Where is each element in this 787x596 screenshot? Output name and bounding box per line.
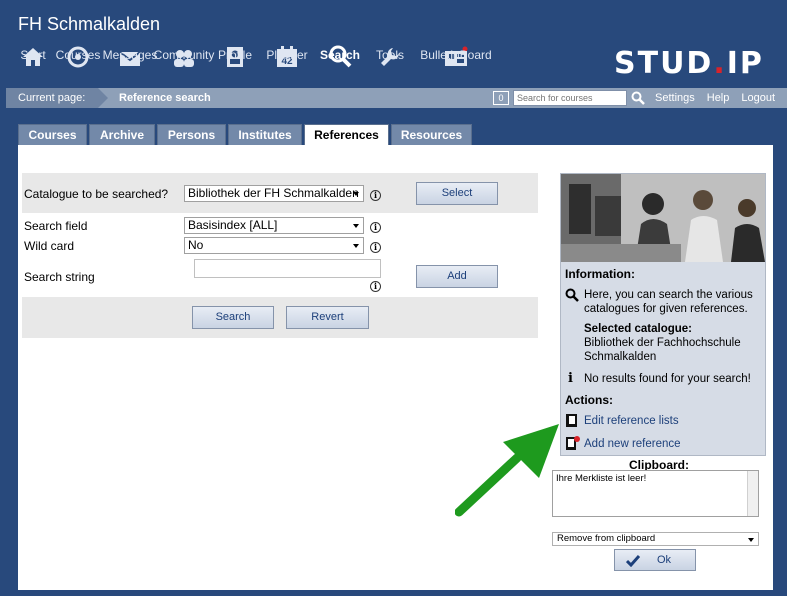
- content-panel: Catalogue to be searched? Bibliothek der…: [18, 145, 773, 590]
- course-search-button[interactable]: [629, 89, 647, 107]
- chevron-down-icon: [353, 224, 359, 228]
- checkmark-icon: [626, 555, 640, 567]
- chevron-down-icon: [353, 244, 359, 248]
- nav-bulletinboard[interactable]: BulletinBoard: [416, 44, 496, 68]
- chevron-down-icon: [353, 192, 359, 196]
- nav-planner[interactable]: 42 Planner: [258, 44, 316, 68]
- nav-search[interactable]: Search: [316, 44, 364, 68]
- reference-list-icon: [566, 414, 577, 430]
- breadcrumb: Current page: Reference search 0 Setting…: [6, 88, 787, 108]
- info-icon: i: [568, 371, 573, 386]
- course-search-input[interactable]: [513, 90, 627, 106]
- no-results-text: No results found for your search!: [584, 373, 751, 385]
- information-text: Here, you can search the various catalog…: [584, 289, 753, 315]
- info-icon[interactable]: i: [370, 222, 381, 233]
- search-field-select[interactable]: Basisindex [ALL]: [184, 217, 364, 234]
- tab-bar: Courses Archive Persons Institutes Refer…: [18, 124, 472, 145]
- logout-link[interactable]: Logout: [741, 88, 775, 108]
- search-fields: Search field Basisindex [ALL] i Wild car…: [22, 213, 538, 297]
- site-title: FH Schmalkalden: [18, 14, 161, 34]
- selected-catalogue-value: Bibliothek der Fachhochschule Schmalkald…: [584, 337, 741, 363]
- breadcrumb-label: Current page:: [6, 88, 98, 108]
- info-icon[interactable]: i: [370, 281, 381, 292]
- tab-institutes[interactable]: Institutes: [228, 124, 302, 145]
- clipboard-action-select[interactable]: Remove from clipboard: [552, 532, 759, 546]
- wildcard-label: Wild card: [24, 239, 75, 253]
- ok-button[interactable]: Ok: [614, 549, 696, 571]
- tab-courses[interactable]: Courses: [18, 124, 87, 145]
- nav-profile[interactable]: Profile: [212, 44, 258, 68]
- tab-persons[interactable]: Persons: [157, 124, 226, 145]
- search-icon: [631, 91, 645, 105]
- nav-start[interactable]: Start: [14, 44, 52, 68]
- add-button[interactable]: Add: [416, 265, 498, 288]
- select-button[interactable]: Select: [416, 182, 498, 205]
- clipboard-list[interactable]: Ihre Merkliste ist leer!: [552, 470, 759, 517]
- main-navigation: Start Courses Messages Community Profile: [14, 44, 496, 68]
- search-button[interactable]: Search: [192, 306, 274, 329]
- catalogue-select[interactable]: Bibliothek der FH Schmalkalden: [184, 185, 364, 202]
- catalogue-row: Catalogue to be searched? Bibliothek der…: [22, 173, 538, 213]
- tab-archive[interactable]: Archive: [89, 124, 155, 145]
- sidebar-photo: [561, 174, 765, 262]
- add-new-reference-link[interactable]: Add new reference: [584, 438, 681, 450]
- add-reference-icon: [566, 436, 580, 453]
- selected-catalogue-heading: Selected catalogue:: [584, 323, 693, 335]
- help-link[interactable]: Help: [707, 88, 730, 108]
- search-string-input[interactable]: [194, 259, 381, 278]
- info-icon[interactable]: i: [370, 242, 381, 253]
- main-area: Courses Archive Persons Institutes Refer…: [6, 108, 778, 596]
- tab-resources[interactable]: Resources: [391, 124, 472, 145]
- quicksearch-count-badge: 0: [493, 91, 509, 105]
- nav-courses[interactable]: Courses: [52, 44, 104, 68]
- studip-logo: STUD.IP: [614, 46, 764, 81]
- breadcrumb-current-page: Reference search: [119, 92, 211, 104]
- tab-references[interactable]: References: [304, 124, 389, 145]
- information-heading: Information:: [565, 267, 635, 281]
- nav-community[interactable]: Community: [154, 44, 214, 68]
- settings-link[interactable]: Settings: [655, 88, 695, 108]
- revert-button[interactable]: Revert: [286, 306, 369, 329]
- catalogue-label: Catalogue to be searched?: [24, 187, 169, 201]
- magnifier-icon: [565, 288, 579, 305]
- search-field-label: Search field: [24, 219, 88, 233]
- clipboard-scrollbar[interactable]: [747, 471, 758, 516]
- info-icon[interactable]: i: [370, 190, 381, 201]
- header-bar: FH Schmalkalden Start Courses Messages C…: [0, 0, 787, 88]
- breadcrumb-arrow-icon: [98, 88, 108, 108]
- form-actions: Search Revert: [22, 297, 538, 338]
- nav-messages[interactable]: Messages: [103, 44, 157, 68]
- wildcard-select[interactable]: No: [184, 237, 364, 254]
- info-sidebar: Information: Here, you can search the va…: [560, 173, 766, 456]
- actions-heading: Actions:: [565, 393, 613, 407]
- annotation-arrow: [455, 424, 559, 517]
- chevron-down-icon: [748, 538, 754, 542]
- header-links: Settings Help Logout: [655, 88, 775, 108]
- nav-tools[interactable]: Tools: [364, 44, 416, 68]
- search-string-label: Search string: [24, 270, 95, 284]
- clipboard-content: Ihre Merkliste ist leer!: [556, 473, 647, 484]
- edit-reference-lists-link[interactable]: Edit reference lists: [584, 415, 679, 427]
